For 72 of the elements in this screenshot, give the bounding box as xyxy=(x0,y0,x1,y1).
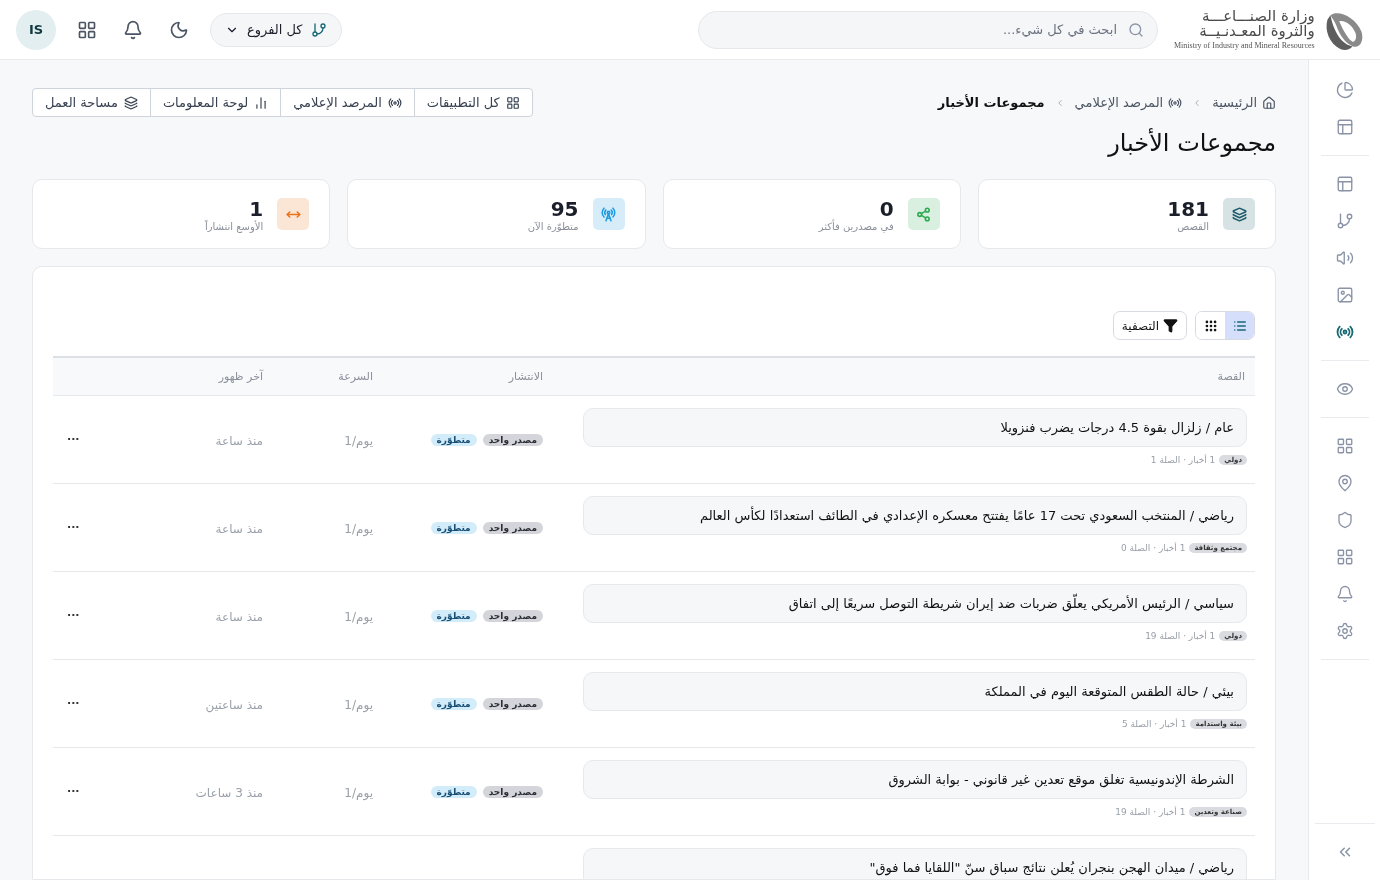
stat-label: في مصدرين فأكثر xyxy=(818,220,894,232)
breadcrumb-link[interactable]: الرئيسية xyxy=(1212,95,1276,110)
home-icon xyxy=(1262,95,1276,110)
stat-value: 181 xyxy=(1167,196,1209,221)
grid-icon xyxy=(505,95,520,110)
spread-tag: مصدر واحد xyxy=(482,785,543,798)
last-seen-text: منذ ساعة xyxy=(215,434,264,448)
story-headline[interactable]: عام / زلزال بقوة 4.5 درجات يضرب فنزويلا xyxy=(583,408,1247,447)
app-link[interactable]: كل التطبيقات xyxy=(413,89,532,116)
story-meta: 1 أخبار · الصلة 19 xyxy=(1145,631,1216,641)
column-header: آخر ظهور xyxy=(217,368,265,385)
stat-value: 1 xyxy=(249,196,264,221)
search-field[interactable]: ابحث في كل شيء... xyxy=(698,10,1158,49)
column-header: القصة xyxy=(1216,369,1246,385)
spread-tag: متطوّرة xyxy=(430,697,477,710)
story-headline[interactable]: سياسي / الرئيس الأمريكي يعلّق ضربات ضد إيران شريطة التوصل سريعًا إلى اتفاق xyxy=(583,584,1247,623)
app-link[interactable]: مساحة العمل xyxy=(33,89,150,116)
spread-tag: مصدر واحد xyxy=(482,433,543,446)
stat-label: القصص xyxy=(1176,220,1209,232)
spread-tag: متطوّرة xyxy=(430,609,477,622)
layers-icon xyxy=(123,95,138,110)
story-headline[interactable]: رياضي / ميدان الهجن بنجران يُعلن نتائج سباق سنّ "اللقايا فما فوق" xyxy=(583,848,1247,879)
spread-tag: متطوّرة xyxy=(430,433,477,446)
spread-tag: متطوّرة xyxy=(430,785,477,798)
speed-text: يوم/1 xyxy=(344,698,374,712)
more-actions-button[interactable]: ··· xyxy=(67,785,80,798)
filter-icon xyxy=(1163,318,1178,333)
branch-icon xyxy=(310,21,327,38)
ministry-name: والثروة المعـدنـيــة xyxy=(1199,24,1315,41)
story-meta: 1 أخبار · الصلة 0 xyxy=(1120,543,1186,553)
stat-label: متطوّرة الآن xyxy=(527,220,579,232)
more-actions-button[interactable]: ··· xyxy=(67,433,80,446)
speed-text: يوم/1 xyxy=(344,434,374,448)
breadcrumb-link[interactable]: مجموعات الأخبار xyxy=(937,95,1045,110)
speed-text: يوم/1 xyxy=(344,522,374,536)
story-headline[interactable]: رياضي / المنتخب السعودي تحت 17 عامًا يفتتح معسكره الإعدادي في الطائف استعدادًا لكأس العالم xyxy=(583,496,1247,535)
ministry-english-name: Ministry of Industry and Mineral Resources xyxy=(1174,42,1315,51)
last-seen-text: منذ ساعة xyxy=(215,522,264,536)
last-seen-text: منذ ساعة xyxy=(215,610,264,624)
story-meta: 1 أخبار · الصلة 5 xyxy=(1121,719,1187,729)
more-actions-button[interactable]: ··· xyxy=(67,697,80,710)
broadcast-icon xyxy=(387,95,402,110)
breadcrumb-link[interactable]: المرصد الإعلامي xyxy=(1074,95,1183,110)
last-seen-text: منذ ساعتين xyxy=(205,698,264,712)
filter-button[interactable]: التصفية xyxy=(1112,311,1187,340)
more-actions-button[interactable]: ··· xyxy=(67,609,80,622)
speed-text: يوم/1 xyxy=(344,610,374,624)
speed-text: يوم/1 xyxy=(344,786,374,800)
ministry-name: وزارة الصنـــاعـــة xyxy=(1201,8,1315,25)
last-seen-text: منذ 3 ساعات xyxy=(195,786,264,800)
spread-tag: متطوّرة xyxy=(430,521,477,534)
search-icon xyxy=(1128,21,1144,38)
column-header: الانتشار xyxy=(507,369,544,385)
spread-tag: مصدر واحد xyxy=(482,697,543,710)
branch-selector[interactable]: كل الفروع xyxy=(210,12,342,47)
spread-tag: مصدر واحد xyxy=(482,521,543,534)
app-link[interactable]: لوحة المعلومات xyxy=(149,89,281,116)
story-meta: 1 أخبار · الصلة 1 xyxy=(1150,455,1216,465)
story-headline[interactable]: الشرطة الإندونيسية تغلق موقع تعدين غير قانوني - بوابة الشروق xyxy=(583,760,1247,799)
page-title: مجموعات الأخبار xyxy=(1106,129,1276,157)
bar-chart-icon xyxy=(254,95,269,110)
story-meta: 1 أخبار · الصلة 19 xyxy=(1115,807,1186,817)
spread-tag: مصدر واحد xyxy=(482,609,543,622)
app-link[interactable]: المرصد الإعلامي xyxy=(280,89,414,116)
column-header: السرعة xyxy=(337,369,374,385)
stat-label: الأوسع انتشاراً xyxy=(204,220,264,232)
broadcast-icon xyxy=(1168,95,1183,110)
story-headline[interactable]: بيئي / حالة الطقس المتوقعة اليوم في المملكة xyxy=(583,672,1247,711)
more-actions-button[interactable]: ··· xyxy=(67,521,80,534)
stat-value: 0 xyxy=(878,196,894,221)
user-avatar[interactable]: IS xyxy=(16,9,56,50)
stat-value: 95 xyxy=(549,196,579,221)
